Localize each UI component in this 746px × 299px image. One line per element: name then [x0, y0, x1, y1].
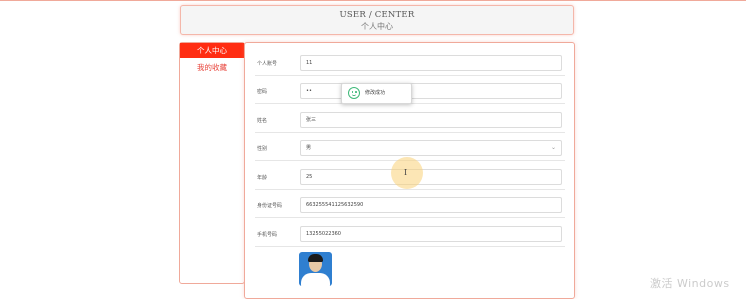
sidebar-item-user-center[interactable]: 个人中心	[180, 43, 244, 58]
id-number-input[interactable]: 663255541125632590	[300, 197, 562, 213]
text-cursor-icon: I	[404, 168, 408, 177]
form-row-id-number: 身份证号码 663255541125632590	[255, 196, 565, 218]
form-row-phone: 手机号码 13255022360	[255, 225, 565, 247]
account-input[interactable]: 11	[300, 55, 562, 71]
account-label: 个人账号	[257, 61, 278, 67]
chevron-down-icon: ⌄	[550, 144, 556, 151]
page-header: USER / CENTER 个人中心	[180, 5, 574, 35]
avatar-photo[interactable]	[299, 252, 332, 286]
page-title-en: USER / CENTER	[339, 10, 415, 20]
gender-label: 性别	[257, 146, 268, 152]
name-input[interactable]: 张三	[300, 112, 562, 128]
page-title-cn: 个人中心	[361, 22, 393, 31]
smile-icon	[348, 87, 360, 99]
sidebar: 个人中心 我的收藏	[179, 42, 245, 284]
name-label: 姓名	[257, 118, 268, 124]
gender-select[interactable]: 男 ⌄	[300, 140, 562, 156]
sidebar-item-favorites[interactable]: 我的收藏	[180, 60, 244, 75]
gender-value: 男	[306, 145, 312, 151]
success-toast: 修改成功	[341, 83, 412, 104]
form-row-account: 个人账号 11	[255, 54, 565, 76]
age-label: 年龄	[257, 175, 268, 181]
age-input[interactable]: 25	[300, 169, 562, 185]
avatar-hair	[308, 254, 323, 262]
toast-message: 修改成功	[365, 90, 386, 96]
password-label: 密码	[257, 89, 268, 95]
password-input[interactable]: ••	[300, 83, 562, 99]
phone-input[interactable]: 13255022360	[300, 226, 562, 242]
id-number-label: 身份证号码	[257, 203, 283, 209]
avatar-shirt	[301, 273, 330, 286]
phone-label: 手机号码	[257, 232, 278, 238]
activation-watermark: 激活 Windows	[650, 277, 730, 290]
top-divider	[0, 0, 746, 1]
form-row-name: 姓名 张三	[255, 111, 565, 133]
